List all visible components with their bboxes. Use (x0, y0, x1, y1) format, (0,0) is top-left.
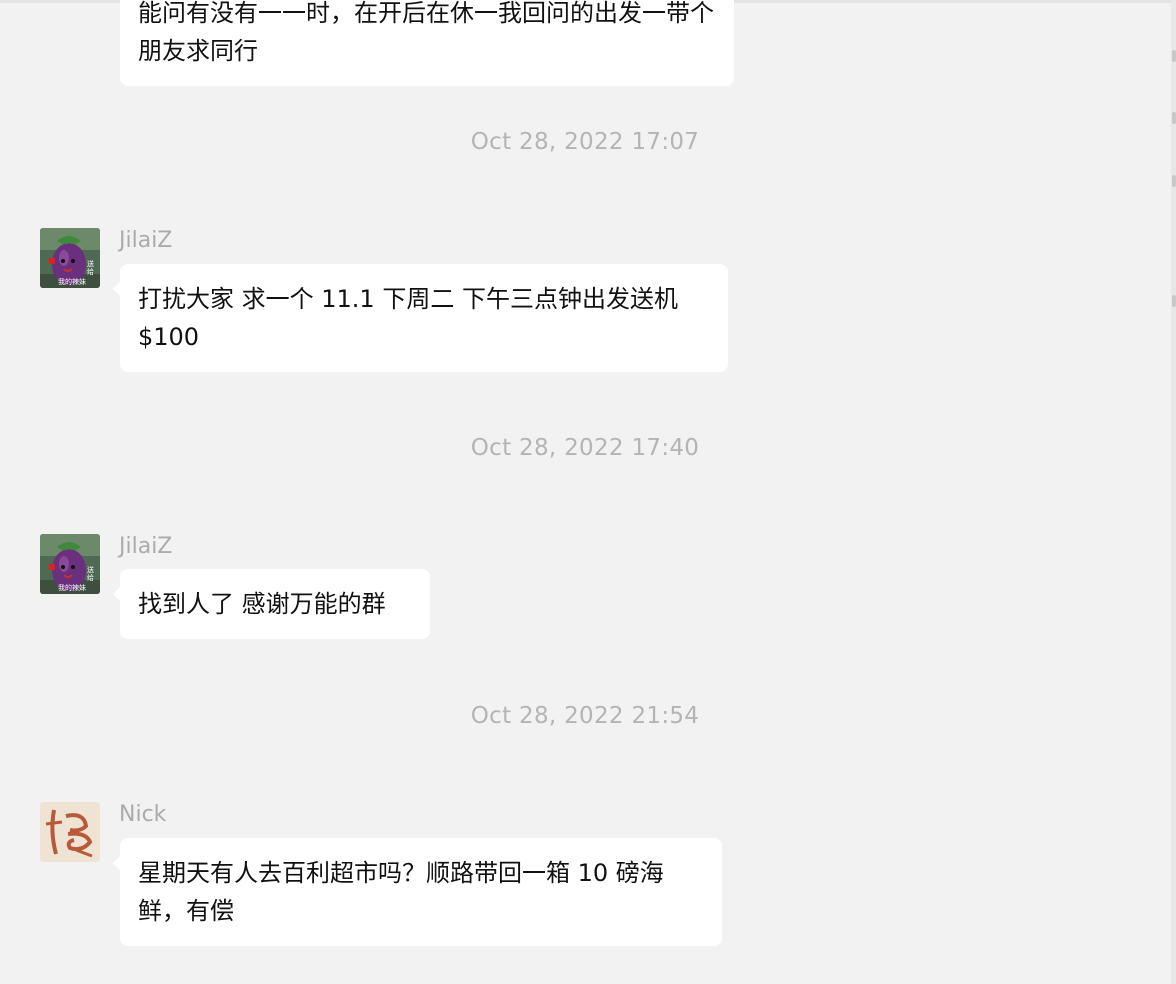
svg-text:我的辣妹: 我的辣妹 (58, 277, 86, 286)
eggplant-avatar-icon: 送 给 我的辣妹 (40, 534, 100, 594)
svg-text:给: 给 (87, 267, 94, 276)
window-right-edge (1171, 0, 1176, 984)
right-edge-mark (1172, 295, 1176, 307)
sender-name: JilaiZ (119, 228, 173, 253)
message-text: 能问有没有一一时，在开后在休一我回问的出发一带个朋友求同行 (138, 0, 714, 65)
message-bubble[interactable]: 找到人了 感谢万能的群 (113, 569, 430, 639)
avatar-nick[interactable] (40, 802, 100, 862)
message-timestamp: Oct 28, 2022 17:07 (470, 129, 700, 155)
eggplant-avatar-icon: 送 给 我的辣妹 (40, 228, 100, 288)
right-edge-mark (1172, 112, 1176, 124)
sender-name: JilaiZ (119, 534, 173, 559)
svg-text:送: 送 (87, 259, 94, 268)
message-bubble[interactable]: 打扰大家 求一个 11.1 下周二 下午三点钟出发送机 $100 (113, 264, 728, 372)
message-timestamp: Oct 28, 2022 17:40 (470, 435, 700, 461)
message-text: 星期天有人去百利超市吗？顺路带回一箱 10 磅海鲜，有偿 (138, 859, 664, 925)
message-bubble[interactable]: 星期天有人去百利超市吗？顺路带回一箱 10 磅海鲜，有偿 (113, 838, 722, 946)
message-timestamp: Oct 28, 2022 21:54 (470, 703, 700, 729)
svg-text:我的辣妹: 我的辣妹 (58, 583, 86, 592)
message-bubble[interactable]: 能问有没有一一时，在开后在休一我回问的出发一带个朋友求同行 (120, 0, 734, 86)
svg-text:送: 送 (87, 565, 94, 574)
avatar-jilaiz[interactable]: 送 给 我的辣妹 (40, 534, 100, 594)
calligraphy-avatar-icon (40, 802, 100, 862)
sender-name: Nick (119, 802, 167, 827)
right-edge-mark (1172, 175, 1176, 187)
right-edge-mark (1172, 50, 1176, 62)
message-text: 打扰大家 求一个 11.1 下周二 下午三点钟出发送机 $100 (138, 285, 678, 351)
svg-text:给: 给 (87, 573, 94, 582)
message-text: 找到人了 感谢万能的群 (138, 590, 386, 618)
chat-message-area[interactable]: 能问有没有一一时，在开后在休一我回问的出发一带个朋友求同行 Oct 28, 20… (0, 0, 1176, 984)
avatar-jilaiz[interactable]: 送 给 我的辣妹 (40, 228, 100, 288)
